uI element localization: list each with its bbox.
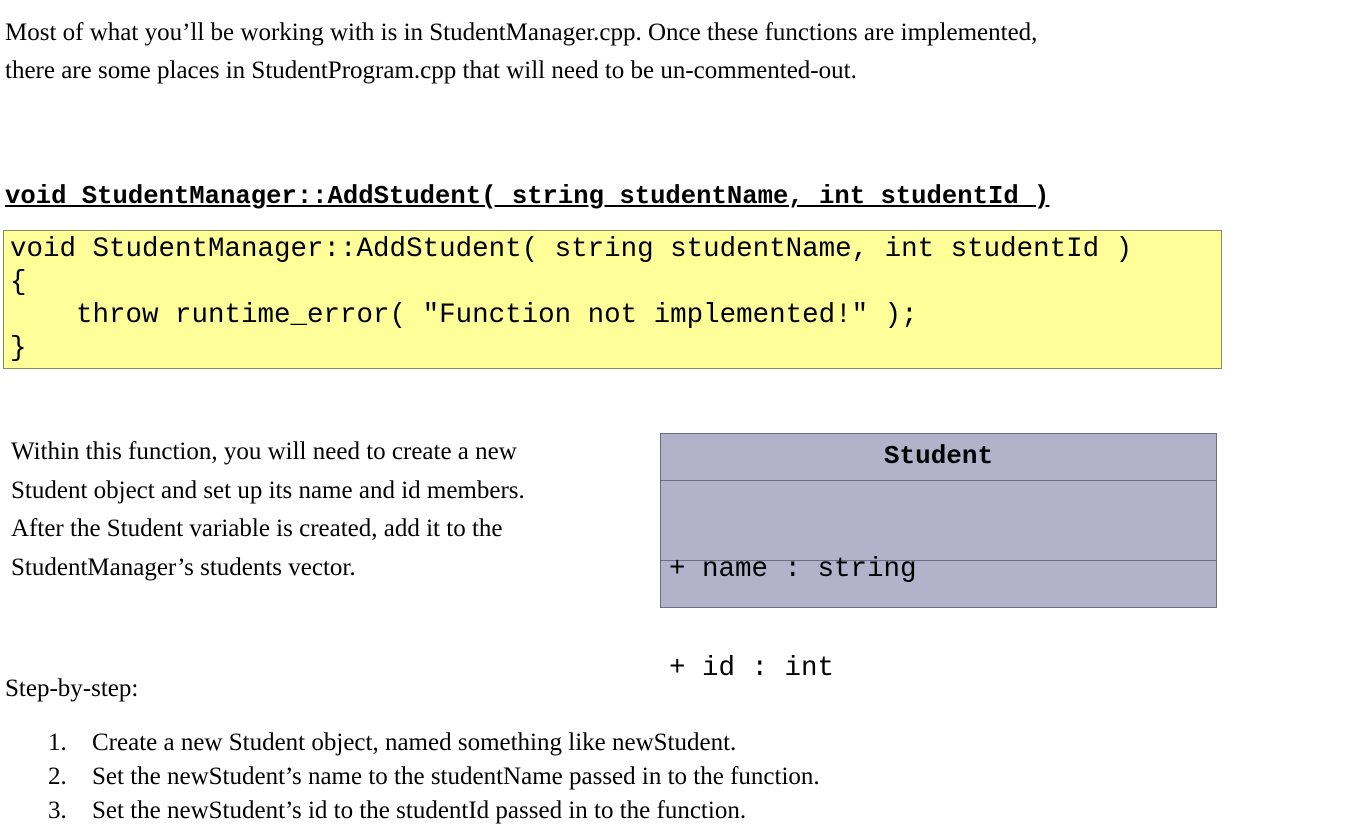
steps-label: Step-by-step:	[5, 675, 139, 702]
description-line: After the Student variable is created, a…	[11, 515, 503, 542]
description-line: StudentManager’s students vector.	[11, 553, 356, 581]
uml-attributes: + name : string + id : int	[661, 481, 1216, 684]
function-description: Within this function, you will need to c…	[11, 433, 641, 587]
uml-class-name: Student	[661, 434, 1216, 481]
code-line: }	[10, 333, 27, 364]
list-item: 1. Create a new Student object, named so…	[0, 726, 820, 760]
uml-class-diagram: Student + name : string + id : int	[660, 433, 1217, 684]
code-line: {	[10, 267, 27, 298]
description-line: Student object and set up its name and i…	[11, 476, 525, 504]
function-heading: void StudentManager::AddStudent( string …	[5, 182, 1050, 211]
step-text: Set the newStudent’s name to the student…	[92, 763, 820, 790]
uml-attribute: + id : int	[669, 653, 835, 684]
step-text: Create a new Student object, named somet…	[92, 729, 737, 756]
list-item: 2. Set the newStudent’s name to the stud…	[0, 760, 820, 794]
code-block: void StudentManager::AddStudent( string …	[3, 230, 1222, 369]
code-line: void StudentManager::AddStudent( string …	[10, 234, 1133, 265]
intro-paragraph: Most of what you’ll be working with is i…	[5, 14, 1335, 90]
step-text: Set the newStudent’s id to the studentId…	[92, 797, 747, 824]
description-line: Within this function, you will need to c…	[11, 438, 517, 465]
step-number: 2.	[48, 763, 67, 790]
intro-line: there are some places in StudentProgram.…	[5, 57, 857, 84]
list-item: 3. Set the newStudent’s id to the studen…	[0, 794, 820, 828]
intro-line: Most of what you’ll be working with is i…	[5, 19, 1038, 46]
steps-list: 1. Create a new Student object, named so…	[0, 726, 820, 828]
step-number: 3.	[48, 797, 67, 824]
code-line: throw runtime_error( "Function not imple…	[10, 300, 918, 331]
step-number: 1.	[48, 729, 67, 756]
